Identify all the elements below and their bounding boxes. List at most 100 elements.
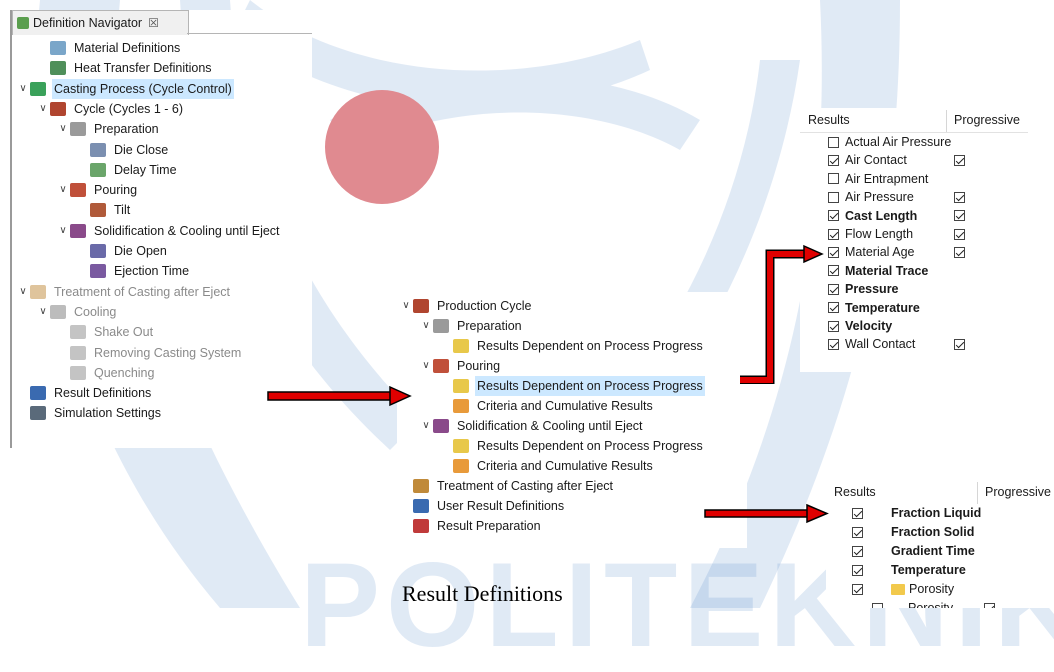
navigator-item[interactable]: ∨ Casting Process (Cycle Control) xyxy=(16,78,234,99)
results-row[interactable]: Material Age xyxy=(800,243,1028,261)
results-row[interactable]: Air Contact xyxy=(800,151,1028,169)
progressive-checkbox[interactable] xyxy=(984,603,995,608)
navigator-item[interactable]: Simulation Settings xyxy=(16,403,163,423)
results-row[interactable]: Material Trace xyxy=(800,262,1028,280)
navigator-item[interactable]: Die Close xyxy=(76,140,170,160)
production-item[interactable]: Treatment of Casting after Eject xyxy=(399,476,615,496)
production-item[interactable]: Criteria and Cumulative Results xyxy=(439,456,655,476)
result-checkbox[interactable] xyxy=(852,584,863,595)
navigator-item[interactable]: Quenching xyxy=(56,363,156,383)
chevron-down-icon[interactable]: ∨ xyxy=(56,119,70,139)
production-item-label: Result Preparation xyxy=(437,519,541,533)
results-row[interactable]: Actual Air Pressure xyxy=(800,133,1028,151)
result-checkbox[interactable] xyxy=(828,228,839,240)
results-row[interactable]: Temperature xyxy=(826,561,1054,580)
production-item[interactable]: Results Dependent on Process Progress xyxy=(439,436,705,456)
progressive-checkbox[interactable] xyxy=(954,247,965,259)
close-icon[interactable]: ☒ xyxy=(148,16,159,30)
results-row[interactable]: Temperature xyxy=(800,299,1028,317)
results-row[interactable]: Cast Length xyxy=(800,207,1028,225)
chevron-down-icon[interactable]: ∨ xyxy=(56,180,70,200)
results-row[interactable]: Pressure xyxy=(800,280,1028,298)
navigator-item[interactable]: Die Open xyxy=(76,241,169,261)
navigator-item[interactable]: Delay Time xyxy=(76,160,179,180)
progressive-checkbox[interactable] xyxy=(954,155,965,167)
result-checkbox[interactable] xyxy=(828,265,839,277)
results-row[interactable]: Velocity xyxy=(800,317,1028,335)
chevron-down-icon[interactable]: ∨ xyxy=(419,356,433,376)
results-header[interactable]: Results xyxy=(808,113,850,127)
production-item[interactable]: ∨ Preparation xyxy=(419,316,524,336)
result-checkbox[interactable] xyxy=(828,191,839,203)
navigator-item-label: Preparation xyxy=(94,122,159,137)
chevron-down-icon[interactable]: ∨ xyxy=(16,282,30,302)
progressive-checkbox[interactable] xyxy=(954,228,965,240)
progressive-checkbox[interactable] xyxy=(954,191,965,203)
progressive-header[interactable]: Progressive xyxy=(954,113,1020,127)
results-row[interactable]: Fraction Liquid xyxy=(826,504,1054,523)
navigator-item[interactable]: ∨ Solidification & Cooling until Eject xyxy=(56,221,282,241)
navigator-item[interactable]: Result Definitions xyxy=(16,383,153,403)
results-row[interactable]: Porosity xyxy=(826,599,1054,608)
chevron-down-icon[interactable]: ∨ xyxy=(36,99,50,119)
result-checkbox[interactable] xyxy=(852,565,863,576)
result-checkbox[interactable] xyxy=(828,155,839,167)
production-item[interactable]: ∨ Pouring xyxy=(419,356,502,376)
progressive-checkbox[interactable] xyxy=(954,339,965,351)
results-row[interactable]: Air Entrapment xyxy=(800,170,1028,188)
results-row[interactable]: Fraction Solid xyxy=(826,523,1054,542)
navigator-item[interactable]: ∨ Preparation xyxy=(56,119,161,139)
results-row[interactable]: Gradient Time xyxy=(826,542,1054,561)
production-item[interactable]: Criteria and Cumulative Results xyxy=(439,396,655,416)
result-checkbox[interactable] xyxy=(828,247,839,259)
results-row[interactable]: Wall Contact xyxy=(800,335,1028,353)
result-checkbox[interactable] xyxy=(852,546,863,557)
result-checkbox[interactable] xyxy=(852,527,863,538)
navigator-item[interactable]: ∨ Treatment of Casting after Eject xyxy=(16,282,232,302)
material-icon xyxy=(50,41,66,55)
chevron-down-icon[interactable]: ∨ xyxy=(419,316,433,336)
production-item[interactable]: Result Preparation xyxy=(399,516,543,536)
navigator-item[interactable]: Tilt xyxy=(76,200,132,220)
production-item[interactable]: ∨ Solidification & Cooling until Eject xyxy=(419,416,645,436)
result-checkbox[interactable] xyxy=(828,302,839,314)
production-item[interactable]: ∨ Production Cycle xyxy=(399,296,534,316)
result-checkbox[interactable] xyxy=(828,173,839,185)
cycle-control-icon xyxy=(30,81,46,96)
results-row[interactable]: Porosity xyxy=(826,580,1054,599)
production-item-label: Results Dependent on Process Progress xyxy=(477,339,703,353)
result-checkbox[interactable] xyxy=(852,508,863,519)
result-checkbox[interactable] xyxy=(872,603,883,608)
navigator-tab[interactable]: Definition Navigator ☒ xyxy=(12,10,189,35)
result-checkbox[interactable] xyxy=(828,339,839,351)
chevron-down-icon[interactable]: ∨ xyxy=(56,221,70,241)
navigator-item[interactable]: Removing Casting System xyxy=(56,343,243,363)
navigator-item[interactable]: Heat Transfer Definitions xyxy=(36,58,214,78)
result-checkbox[interactable] xyxy=(828,320,839,332)
result-checkbox[interactable] xyxy=(828,136,839,148)
navigator-item[interactable]: ∨ Pouring xyxy=(56,180,139,200)
solidification-icon xyxy=(433,419,449,433)
results-row[interactable]: Air Pressure xyxy=(800,188,1028,206)
navigator-item[interactable]: Ejection Time xyxy=(76,261,191,281)
navigator-item[interactable]: ∨ Cycle (Cycles 1 - 6) xyxy=(36,99,185,119)
chevron-down-icon[interactable]: ∨ xyxy=(419,416,433,436)
navigator-item-label: Cycle (Cycles 1 - 6) xyxy=(74,101,184,116)
results-row[interactable]: Flow Length xyxy=(800,225,1028,243)
results-header[interactable]: Results xyxy=(834,485,876,499)
navigator-item[interactable]: Material Definitions xyxy=(36,38,182,58)
navigator-item[interactable]: Shake Out xyxy=(56,322,155,342)
progressive-checkbox[interactable] xyxy=(954,210,965,222)
chevron-down-icon[interactable]: ∨ xyxy=(399,296,413,316)
result-checkbox[interactable] xyxy=(828,283,839,295)
navigator-item[interactable]: ∨ Cooling xyxy=(36,302,118,322)
production-item[interactable]: Results Dependent on Process Progress xyxy=(439,376,705,396)
production-item[interactable]: User Result Definitions xyxy=(399,496,566,516)
result-checkbox[interactable] xyxy=(828,210,839,222)
watermark-circle xyxy=(325,90,439,204)
navigator-item-label: Solidification & Cooling until Eject xyxy=(94,223,280,238)
chevron-down-icon[interactable]: ∨ xyxy=(36,302,50,322)
progressive-header[interactable]: Progressive xyxy=(985,485,1051,499)
chevron-down-icon[interactable]: ∨ xyxy=(16,79,30,99)
production-item[interactable]: Results Dependent on Process Progress xyxy=(439,336,705,356)
